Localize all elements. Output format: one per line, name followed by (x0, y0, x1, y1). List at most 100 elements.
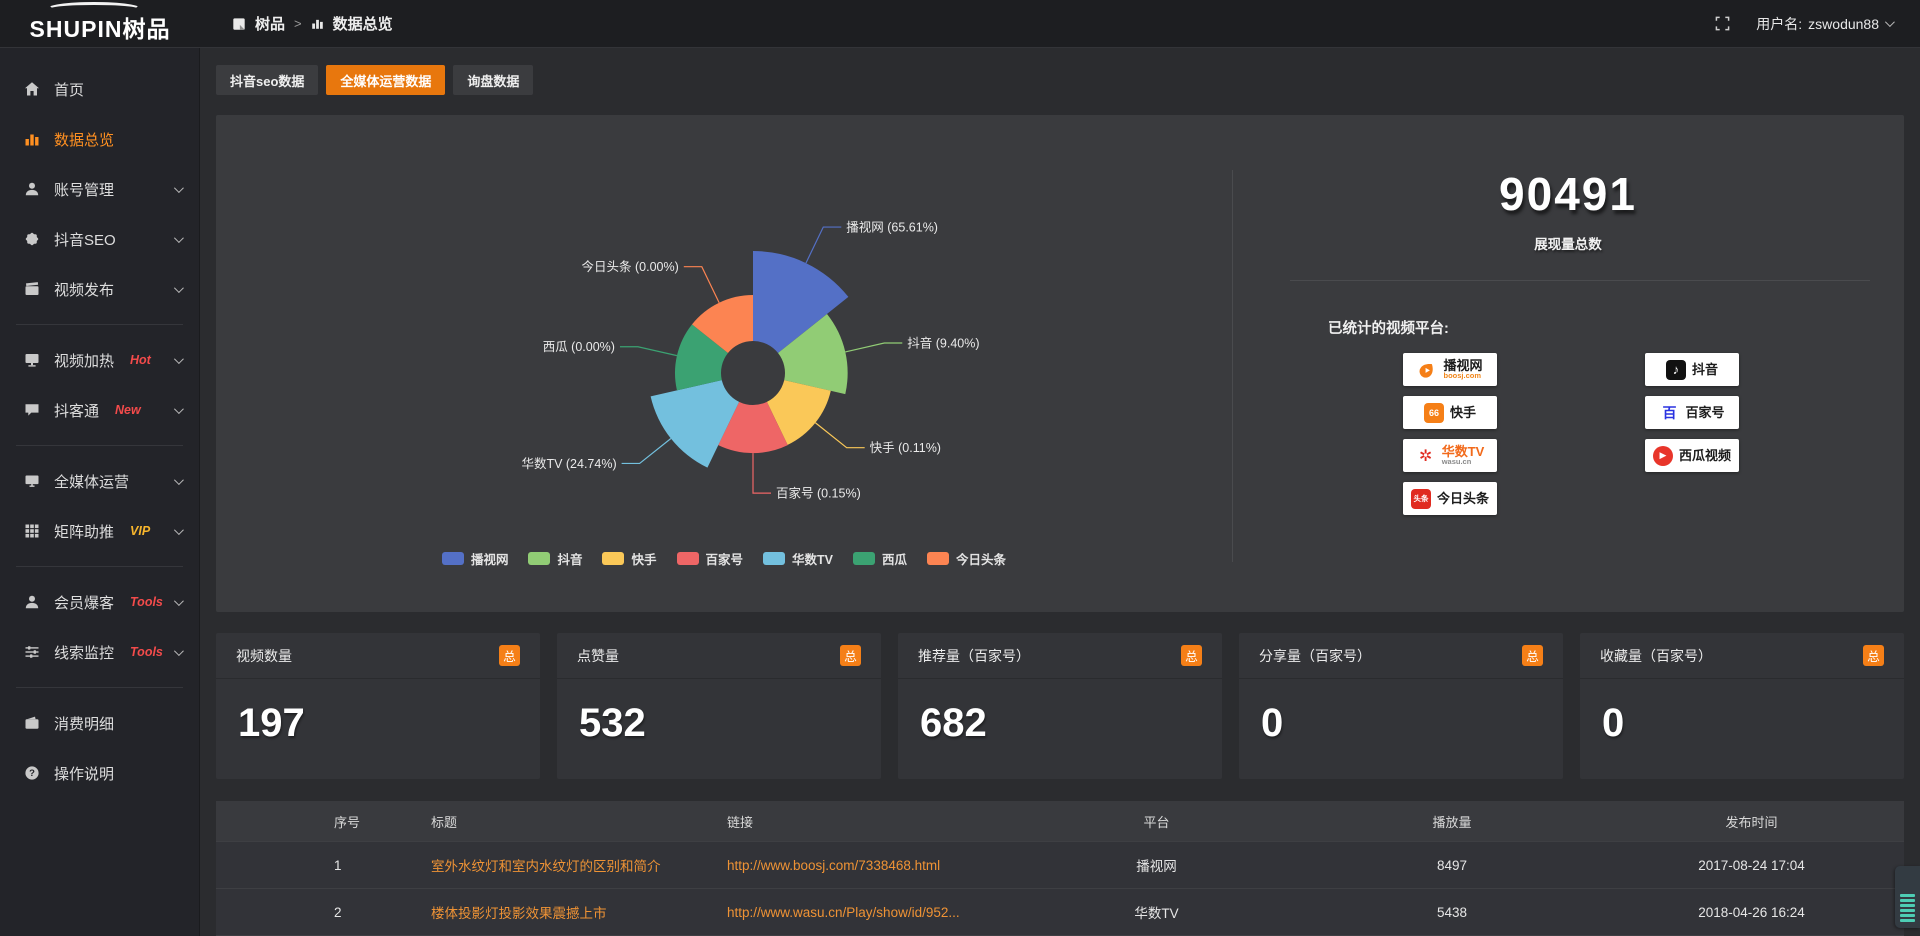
pie-label-line-4 (622, 438, 671, 463)
floating-widget[interactable] (1895, 866, 1920, 928)
sidebar-item-douyin-seo[interactable]: 抖音SEO (0, 214, 199, 264)
pie-slice-4[interactable] (651, 380, 740, 467)
sidebar-item-video-publish[interactable]: 视频发布 (0, 264, 199, 314)
logo-arc (46, 2, 142, 16)
sidebar-item-home[interactable]: 首页 (0, 64, 199, 114)
total-badge[interactable]: 总 (499, 645, 520, 666)
platform-badge-xigua: ▶ 西瓜视频 (1645, 439, 1739, 472)
pie-label-6: 今日头条 (0.00%) (582, 259, 679, 274)
platform-logo-col-right: ♪ 抖音 百 百家号 ▶ 西瓜视频 (1645, 353, 1739, 515)
breadcrumb-root[interactable]: 树品 (255, 13, 285, 34)
wallet-icon (24, 715, 40, 731)
window-icon (232, 17, 246, 31)
sidebar-item-lead-monitor[interactable]: 线索监控 Tools (0, 627, 199, 677)
legend-item-6[interactable]: 今日头条 (927, 549, 1006, 568)
total-badge[interactable]: 总 (1522, 645, 1543, 666)
stat-card-shares: 分享量（百家号）总 0 (1239, 633, 1563, 779)
boosj-logo-icon (1417, 360, 1437, 380)
legend-label: 华数TV (792, 549, 833, 568)
app-root: SHUPIN树品 树品 > 数据总览 用户名: zswodun88 首页 数据总… (0, 0, 1920, 936)
legend-item-5[interactable]: 西瓜 (853, 549, 907, 568)
stat-value: 197 (216, 679, 540, 746)
svg-text:?: ? (29, 768, 35, 779)
breadcrumb-current: 数据总览 (333, 13, 393, 34)
platform-badge-baijiahao: 百 百家号 (1645, 396, 1739, 429)
stat-value: 0 (1239, 679, 1563, 746)
xigua-logo-icon: ▶ (1653, 446, 1673, 466)
platform-badge-wasu: ✲ 华数TVwasu.cn (1403, 439, 1497, 472)
stat-value: 532 (557, 679, 881, 746)
wasu-logo-icon: ✲ (1416, 446, 1436, 466)
chat-icon (24, 402, 40, 418)
chevron-down-icon (174, 404, 184, 414)
chevron-down-icon (174, 233, 184, 243)
legend-swatch (677, 552, 699, 565)
platforms-label: 已统计的视频平台: (1328, 317, 1904, 338)
row-publish-time: 2017-08-24 17:04 (1599, 858, 1904, 873)
legend-item-1[interactable]: 抖音 (528, 549, 582, 568)
pie-label-4: 华数TV (24.74%) (521, 456, 616, 471)
legend-item-2[interactable]: 快手 (602, 549, 656, 568)
pie-label-line-5 (620, 347, 677, 356)
chevron-down-icon (1885, 17, 1895, 27)
stat-card-recommends: 推荐量（百家号）总 682 (898, 633, 1222, 779)
fullscreen-icon[interactable] (1715, 16, 1730, 31)
data-tabs: 抖音seo数据 全媒体运营数据 询盘数据 (216, 65, 1904, 95)
chevron-down-icon (174, 646, 184, 656)
legend-label: 抖音 (557, 549, 582, 568)
stat-value: 682 (898, 679, 1222, 746)
sidebar-divider (16, 445, 183, 446)
pie-label-line-1 (845, 343, 902, 352)
legend-swatch (927, 552, 949, 565)
platform-badge-douyin: ♪ 抖音 (1645, 353, 1739, 386)
sidebar-item-matrix-boost[interactable]: 矩阵助推 VIP (0, 506, 199, 556)
summary-area: 90491 展现量总数 已统计的视频平台: 播视网boosj.com 66 快手 (1232, 115, 1904, 612)
video-title-link[interactable]: 楼体投影灯投影效果震撼上市 (419, 902, 715, 922)
total-badge[interactable]: 总 (840, 645, 861, 666)
sidebar-item-help[interactable]: ? 操作说明 (0, 748, 199, 798)
sidebar-item-account[interactable]: 账号管理 (0, 164, 199, 214)
legend-swatch (528, 552, 550, 565)
video-url-link[interactable]: http://www.boosj.com/7338468.html (715, 858, 1008, 873)
legend-swatch (853, 552, 875, 565)
user-icon (24, 181, 40, 197)
legend-item-4[interactable]: 华数TV (763, 549, 833, 568)
platform-badge-kuaishou: 66 快手 (1403, 396, 1497, 429)
stat-card-video-count: 视频数量总 197 (216, 633, 540, 779)
tab-inquiry-data[interactable]: 询盘数据 (453, 65, 533, 95)
vip-badge: VIP (130, 524, 150, 538)
platform-badge-toutiao: 头条 今日头条 (1403, 482, 1497, 515)
chevron-down-icon (174, 183, 184, 193)
home-icon (24, 81, 40, 97)
legend-swatch (602, 552, 624, 565)
video-title-link[interactable]: 室外水纹灯和室内水纹灯的区别和简介 (419, 855, 715, 875)
sidebar-item-omnimedia[interactable]: 全媒体运营 (0, 456, 199, 506)
sidebar-item-video-heating[interactable]: 视频加热 Hot (0, 335, 199, 385)
legend-item-3[interactable]: 百家号 (677, 549, 744, 568)
sidebar-item-data-overview[interactable]: 数据总览 (0, 114, 199, 164)
pie-label-0: 播视网 (65.61%) (846, 220, 938, 235)
sidebar-item-spend-detail[interactable]: 消费明细 (0, 698, 199, 748)
main-content: 抖音seo数据 全媒体运营数据 询盘数据 播视网 (65.61%)抖音 (9.4… (200, 48, 1920, 936)
app-logo[interactable]: SHUPIN树品 (0, 0, 200, 48)
pie-label-line-2 (815, 423, 864, 448)
rose-chart: 播视网 (65.61%)抖音 (9.40%)快手 (0.11%)百家号 (0.1… (216, 115, 1232, 612)
tab-douyin-seo-data[interactable]: 抖音seo数据 (216, 65, 318, 95)
douyin-logo-icon: ♪ (1666, 360, 1686, 380)
tab-omnimedia-data[interactable]: 全媒体运营数据 (326, 65, 445, 95)
user-menu[interactable]: 用户名: zswodun88 (1756, 14, 1892, 34)
sidebar-item-douketong[interactable]: 抖客通 New (0, 385, 199, 435)
legend-item-0[interactable]: 播视网 (442, 549, 509, 568)
row-platform: 华数TV (1008, 902, 1305, 922)
grid-icon (24, 523, 40, 539)
video-icon (24, 281, 40, 297)
bar-chart-icon (24, 131, 40, 147)
legend-label: 百家号 (706, 549, 744, 568)
chart-legend: 播视网 抖音 快手 百家号 华数TV 西瓜 今日头条 (216, 549, 1232, 568)
total-badge[interactable]: 总 (1863, 645, 1884, 666)
username-value: zswodun88 (1808, 16, 1879, 32)
video-url-link[interactable]: http://www.wasu.cn/Play/show/id/952... (715, 905, 1008, 920)
sidebar-item-member-burst[interactable]: 会员爆客 Tools (0, 577, 199, 627)
total-badge[interactable]: 总 (1181, 645, 1202, 666)
sidebar-divider (16, 687, 183, 688)
